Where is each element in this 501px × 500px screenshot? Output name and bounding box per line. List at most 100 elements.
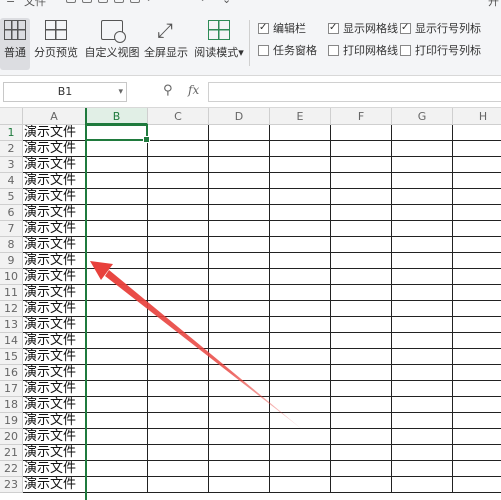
row-header[interactable]: 8 [0,237,23,253]
cell-e20[interactable] [270,429,331,445]
checkbox-checked-icon[interactable] [400,21,411,35]
reading-mode-button[interactable]: 阅读模式▾ [193,18,245,70]
cell-e5[interactable] [270,189,331,205]
cell-e4[interactable] [270,173,331,189]
cell-g19[interactable] [392,413,453,429]
column-header-h[interactable]: H [453,108,501,125]
show-headings-checkbox[interactable]: 显示行号列标 [400,21,481,36]
cell-c15[interactable] [148,349,209,365]
cell-b20[interactable] [86,429,148,445]
cell-g10[interactable] [392,269,453,285]
cell-a9[interactable]: 演示文件 [23,253,86,269]
cell-h11[interactable] [453,285,501,301]
name-box[interactable]: B1 ▾ [3,82,127,102]
cell-h10[interactable] [453,269,501,285]
cell-a6[interactable]: 演示文件 [23,205,86,221]
row-header[interactable]: 9 [0,253,23,269]
file-menu[interactable]: 文件 [24,0,46,9]
cell-d2[interactable] [209,141,270,157]
cell-f5[interactable] [331,189,392,205]
cell-g6[interactable] [392,205,453,221]
active-cell-outline[interactable] [85,124,150,143]
column-header-a[interactable]: A [23,108,86,125]
row-header[interactable]: 18 [0,397,23,413]
cell-c11[interactable] [148,285,209,301]
cell-b16[interactable] [86,365,148,381]
row-header[interactable]: 16 [0,365,23,381]
cell-g7[interactable] [392,221,453,237]
formula-input[interactable] [208,82,501,102]
checkbox-checked-icon[interactable] [328,21,339,35]
cell-h15[interactable] [453,349,501,365]
cell-c7[interactable] [148,221,209,237]
menu-icon[interactable]: ≡ [6,0,15,6]
overflow-tab[interactable]: 开 [488,0,499,9]
cell-a16[interactable]: 演示文件 [23,365,86,381]
cell-e3[interactable] [270,157,331,173]
cell-h14[interactable] [453,333,501,349]
task-pane-checkbox[interactable]: 任务窗格 [258,44,317,58]
cell-a20[interactable]: 演示文件 [23,429,86,445]
cell-c16[interactable] [148,365,209,381]
row-header[interactable]: 10 [0,269,23,285]
cell-d6[interactable] [209,205,270,221]
cell-e17[interactable] [270,381,331,397]
row-header[interactable]: 7 [0,221,23,237]
row-header[interactable]: 2 [0,141,23,157]
cell-a8[interactable]: 演示文件 [23,237,86,253]
cell-h21[interactable] [453,445,501,461]
cell-d16[interactable] [209,365,270,381]
cell-f22[interactable] [331,461,392,477]
cell-b14[interactable] [86,333,148,349]
cell-d7[interactable] [209,221,270,237]
cell-d21[interactable] [209,445,270,461]
cell-d17[interactable] [209,381,270,397]
cell-e8[interactable] [270,237,331,253]
cell-d22[interactable] [209,461,270,477]
cell-c21[interactable] [148,445,209,461]
cell-h6[interactable] [453,205,501,221]
cell-h3[interactable] [453,157,501,173]
row-header[interactable]: 13 [0,317,23,333]
cell-a17[interactable]: 演示文件 [23,381,86,397]
cell-g11[interactable] [392,285,453,301]
chevron-down-icon[interactable]: ⌄ [222,0,232,6]
cell-f10[interactable] [331,269,392,285]
cell-h7[interactable] [453,221,501,237]
cell-c2[interactable] [148,141,209,157]
open-icon[interactable] [66,0,76,3]
cell-f23[interactable] [331,477,392,493]
redo-icon[interactable]: ↷ [196,0,206,6]
cell-b18[interactable] [86,397,148,413]
cell-f8[interactable] [331,237,392,253]
cell-h9[interactable] [453,253,501,269]
cell-b19[interactable] [86,413,148,429]
cell-f14[interactable] [331,333,392,349]
checkbox-checked-icon[interactable] [258,21,269,35]
cell-e22[interactable] [270,461,331,477]
cell-a11[interactable]: 演示文件 [23,285,86,301]
cell-h4[interactable] [453,173,501,189]
cell-f19[interactable] [331,413,392,429]
cell-f20[interactable] [331,429,392,445]
cell-d13[interactable] [209,317,270,333]
cell-c5[interactable] [148,189,209,205]
cell-e21[interactable] [270,445,331,461]
cell-b9[interactable] [86,253,148,269]
cell-f16[interactable] [331,365,392,381]
cell-f6[interactable] [331,205,392,221]
row-header[interactable]: 22 [0,461,23,477]
row-header[interactable]: 23 [0,477,23,493]
undo-icon[interactable]: ↶ [146,0,156,6]
cell-e19[interactable] [270,413,331,429]
cell-c4[interactable] [148,173,209,189]
cell-b17[interactable] [86,381,148,397]
print-preview-icon[interactable] [130,0,140,3]
cell-h18[interactable] [453,397,501,413]
cell-g21[interactable] [392,445,453,461]
cell-f3[interactable] [331,157,392,173]
cell-a23[interactable]: 演示文件 [23,477,86,493]
cell-h12[interactable] [453,301,501,317]
export-icon[interactable] [98,0,108,3]
cell-g15[interactable] [392,349,453,365]
